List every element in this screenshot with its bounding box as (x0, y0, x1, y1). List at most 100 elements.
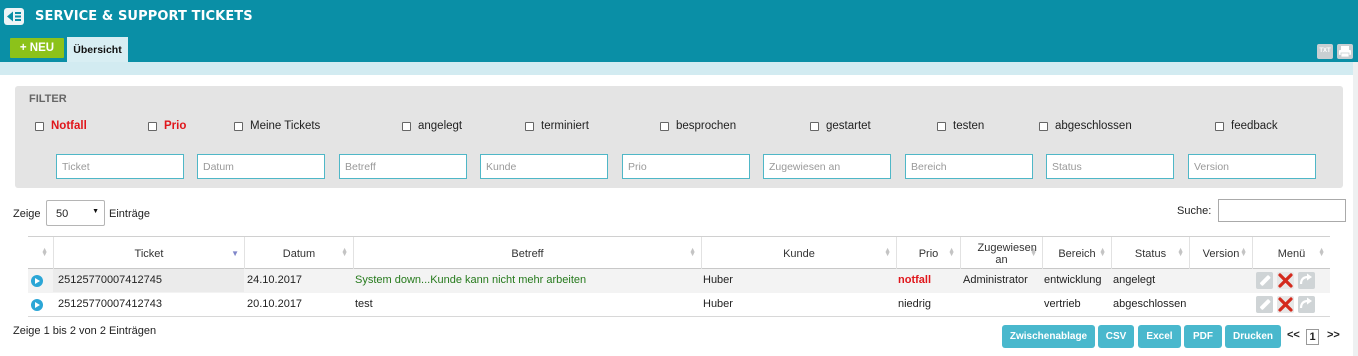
checkbox-box[interactable] (35, 121, 44, 131)
filter-zugewiesen-input[interactable] (763, 154, 891, 179)
cell-bereich: vertrieb (1044, 298, 1081, 310)
delete-icon[interactable] (1277, 296, 1294, 313)
sort-icon: ▲ ▼ (41, 247, 48, 258)
sort-icon: ▲ ▼ (689, 247, 696, 258)
sort-desc-icon: ▼ (231, 249, 239, 258)
chevron-down-icon: ▼ (92, 208, 99, 215)
filter-angelegt-checkbox[interactable]: angelegt (402, 120, 462, 132)
cell-betreff[interactable]: test (355, 293, 373, 316)
checkbox-box[interactable] (660, 121, 669, 131)
column-header-datum[interactable]: Datum ▲ ▼ (244, 237, 353, 270)
filter-status-input[interactable] (1046, 154, 1174, 179)
column-header-expand[interactable]: ▲ ▼ (28, 237, 53, 270)
column-header-ticket[interactable]: Ticket ▼ (53, 237, 244, 270)
excel-button[interactable]: Excel (1138, 325, 1181, 348)
filter-panel: FILTER Notfall Prio Meine Tickets angele… (15, 86, 1343, 188)
edit-icon[interactable] (1256, 272, 1273, 289)
print-button[interactable]: Drucken (1225, 325, 1281, 348)
cell-datum: 20.10.2017 (247, 298, 303, 310)
edit-icon[interactable] (1256, 296, 1273, 313)
table-row[interactable]: 25125770007412745 24.10.2017 System down… (28, 269, 1330, 293)
delete-icon[interactable] (1277, 272, 1294, 289)
forward-icon[interactable] (1298, 296, 1315, 313)
filter-bereich-input[interactable] (905, 154, 1033, 179)
cell-prio: niedrig (898, 298, 932, 310)
filter-version-input[interactable] (1188, 154, 1316, 179)
cell-ticket: 25125770007412743 (58, 298, 163, 310)
filter-ticket-input[interactable] (56, 154, 184, 179)
search-label: Suche: (1177, 205, 1212, 217)
cell-status: angelegt (1113, 274, 1156, 286)
checkbox-box[interactable] (1039, 121, 1048, 131)
sort-icon: ▲ ▼ (1099, 247, 1106, 258)
csv-button[interactable]: CSV (1098, 325, 1134, 348)
column-header-bereich[interactable]: Bereich ▲ ▼ (1042, 237, 1111, 270)
show-label: Zeige (13, 208, 41, 220)
checkbox-box[interactable] (234, 121, 243, 131)
back-arrow-icon[interactable] (4, 8, 24, 25)
vertical-scrollbar[interactable] (1353, 62, 1358, 356)
filter-betreff-input[interactable] (339, 154, 467, 179)
checkbox-box[interactable] (148, 121, 157, 131)
pager-current-page[interactable]: 1 (1306, 329, 1319, 345)
column-header-betreff[interactable]: Betreff ▲ ▼ (353, 237, 701, 270)
filter-prio-input[interactable] (622, 154, 750, 179)
table-info: Zeige 1 bis 2 von 2 Einträgen (13, 325, 157, 337)
print-icon[interactable] (1337, 44, 1353, 59)
column-header-kunde[interactable]: Kunde ▲ ▼ (701, 237, 896, 270)
filter-kunde-input[interactable] (480, 154, 608, 179)
column-header-version[interactable]: Version ▲ ▼ (1189, 237, 1252, 270)
search-input[interactable] (1218, 199, 1346, 222)
checkbox-box[interactable] (810, 121, 819, 131)
filter-besprochen-checkbox[interactable]: besprochen (660, 120, 736, 132)
filter-notfall-checkbox[interactable]: Notfall (35, 120, 87, 132)
page-title: SERVICE & SUPPORT TICKETS (35, 9, 253, 24)
filter-title: FILTER (29, 93, 67, 105)
filter-datum-input[interactable] (197, 154, 325, 179)
cell-ticket: 25125770007412745 (53, 269, 244, 292)
column-header-prio[interactable]: Prio ▲ ▼ (896, 237, 960, 270)
sort-icon: ▲ ▼ (1177, 247, 1184, 258)
checkbox-box[interactable] (937, 121, 946, 131)
filter-my-tickets-checkbox[interactable]: Meine Tickets (234, 120, 320, 132)
filter-testen-checkbox[interactable]: testen (937, 120, 984, 132)
filter-prio-checkbox[interactable]: Prio (148, 120, 186, 132)
pager-next[interactable]: >> (1327, 329, 1340, 341)
top-bar: SERVICE & SUPPORT TICKETS + NEU Übersich… (0, 0, 1358, 62)
txt-export-icon[interactable]: TXT (1317, 44, 1333, 59)
cell-betreff[interactable]: System down...Kunde kann nicht mehr arbe… (355, 269, 586, 292)
filter-terminiert-checkbox[interactable]: terminiert (525, 120, 589, 132)
forward-icon[interactable] (1298, 272, 1315, 289)
filter-gestartet-checkbox[interactable]: gestartet (810, 120, 871, 132)
cell-status: abgeschlossen (1113, 298, 1187, 310)
table-header: ▲ ▼ Ticket ▼ Datum ▲ ▼ Betreff ▲ ▼ Kunde ▲ ▼ Pri… (28, 236, 1330, 270)
cell-datum: 24.10.2017 (247, 274, 303, 286)
tab-strip (0, 62, 1358, 75)
cell-kunde: Huber (703, 298, 733, 310)
sort-icon: ▲ ▼ (1318, 247, 1325, 258)
expand-row-icon[interactable] (31, 275, 43, 287)
checkbox-box[interactable] (1215, 121, 1224, 131)
expand-row-icon[interactable] (31, 299, 43, 311)
checkbox-box[interactable] (525, 121, 534, 131)
cell-prio: notfall (898, 274, 931, 286)
table-row[interactable]: 25125770007412743 20.10.2017 test Huber … (28, 293, 1330, 317)
pager-prev[interactable]: << (1287, 329, 1300, 341)
pdf-button[interactable]: PDF (1184, 325, 1222, 348)
filter-abgeschlossen-checkbox[interactable]: abgeschlossen (1039, 120, 1132, 132)
copy-clipboard-button[interactable]: Zwischenablage (1002, 325, 1095, 348)
sort-icon: ▲ ▼ (1240, 247, 1247, 258)
new-ticket-button[interactable]: + NEU (10, 38, 64, 58)
content-area: FILTER Notfall Prio Meine Tickets angele… (0, 62, 1358, 356)
column-header-status[interactable]: Status ▲ ▼ (1111, 237, 1189, 270)
entries-length-select[interactable]: 50 ▼ (46, 200, 105, 226)
cell-kunde: Huber (703, 274, 733, 286)
column-header-zugewiesen[interactable]: Zugewiesen an ▲ ▼ (960, 237, 1042, 270)
entries-length-value: 50 (56, 208, 69, 220)
checkbox-box[interactable] (402, 121, 411, 131)
cell-bereich: entwicklung (1044, 274, 1102, 286)
column-header-menu[interactable]: Menü ▲ ▼ (1252, 237, 1330, 270)
filter-feedback-checkbox[interactable]: feedback (1215, 120, 1278, 132)
tab-overview[interactable]: Übersicht (67, 37, 128, 62)
sort-icon: ▲ ▼ (341, 247, 348, 258)
